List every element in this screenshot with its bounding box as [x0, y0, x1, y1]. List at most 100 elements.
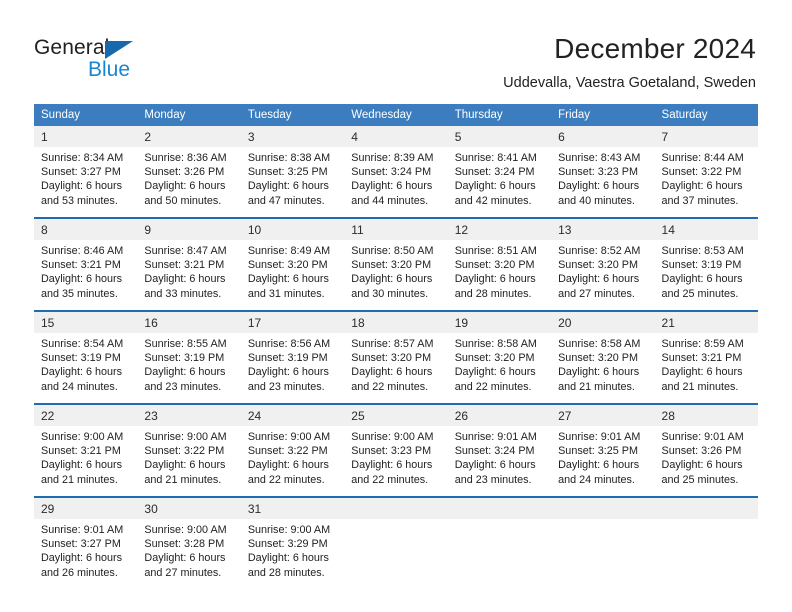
day-number[interactable]: 2 — [137, 126, 241, 147]
day-number[interactable]: 25 — [344, 405, 448, 426]
sunrise-text: Sunrise: 8:52 AM — [558, 245, 641, 257]
sunset-text: Sunset: 3:27 PM — [41, 538, 121, 551]
day-cell[interactable]: Sunrise: 9:00 AM Sunset: 3:22 PM Dayligh… — [240, 426, 345, 496]
day-cell[interactable]: Sunrise: 9:01 AM Sunset: 3:26 PM Dayligh… — [654, 426, 758, 496]
day-number[interactable]: 8 — [34, 219, 138, 240]
weekday-header-monday: Monday — [137, 104, 241, 126]
daylight-text-2: and 28 minutes. — [454, 287, 532, 300]
day-cell[interactable]: Sunrise: 8:53 AM Sunset: 3:19 PM Dayligh… — [654, 240, 758, 310]
day-number[interactable]: 27 — [551, 405, 655, 426]
day-number[interactable]: 29 — [34, 498, 138, 519]
day-number[interactable]: 15 — [34, 312, 138, 333]
day-number[interactable]: 18 — [344, 312, 448, 333]
day-cell[interactable]: Sunrise: 8:39 AM Sunset: 3:24 PM Dayligh… — [344, 147, 448, 217]
day-cell[interactable]: Sunrise: 9:00 AM Sunset: 3:22 PM Dayligh… — [137, 426, 241, 496]
day-cell[interactable]: Sunrise: 9:01 AM Sunset: 3:24 PM Dayligh… — [447, 426, 552, 496]
day-number[interactable]: 16 — [137, 312, 241, 333]
day-number[interactable]: 3 — [240, 126, 345, 147]
day-number[interactable]: 10 — [240, 219, 345, 240]
day-number[interactable]: 17 — [240, 312, 345, 333]
daylight-text-2: and 44 minutes. — [351, 194, 429, 207]
day-number[interactable]: 14 — [654, 219, 758, 240]
day-number[interactable]: 23 — [137, 405, 241, 426]
day-cell[interactable]: Sunrise: 9:00 AM Sunset: 3:23 PM Dayligh… — [344, 426, 448, 496]
day-cell[interactable]: Sunrise: 8:47 AM Sunset: 3:21 PM Dayligh… — [137, 240, 241, 310]
day-number[interactable]: 28 — [654, 405, 758, 426]
day-cell[interactable]: Sunrise: 9:00 AM Sunset: 3:28 PM Dayligh… — [137, 519, 241, 589]
day-cell[interactable]: Sunrise: 8:56 AM Sunset: 3:19 PM Dayligh… — [240, 333, 345, 403]
sunrise-text: Sunrise: 9:01 AM — [454, 431, 537, 443]
day-cell[interactable]: Sunrise: 8:38 AM Sunset: 3:25 PM Dayligh… — [240, 147, 345, 217]
daylight-text-2: and 31 minutes. — [247, 287, 325, 300]
sunrise-text: Sunrise: 9:00 AM — [247, 524, 331, 536]
weekday-header-tuesday: Tuesday — [240, 104, 345, 126]
day-cell[interactable]: Sunrise: 8:51 AM Sunset: 3:20 PM Dayligh… — [447, 240, 552, 310]
day-number[interactable]: 21 — [654, 312, 758, 333]
sunset-text: Sunset: 3:26 PM — [661, 445, 742, 458]
daylight-text-1: Daylight: 6 hours — [558, 459, 640, 472]
day-cell[interactable]: Sunrise: 8:49 AM Sunset: 3:20 PM Dayligh… — [240, 240, 345, 310]
sunset-text: Sunset: 3:21 PM — [41, 259, 121, 272]
day-number[interactable]: 9 — [137, 219, 241, 240]
daylight-text-1: Daylight: 6 hours — [41, 273, 123, 286]
day-number[interactable]: 30 — [137, 498, 241, 519]
day-cell[interactable]: Sunrise: 8:55 AM Sunset: 3:19 PM Dayligh… — [137, 333, 241, 403]
day-number[interactable]: 7 — [654, 126, 758, 147]
day-cell[interactable]: Sunrise: 8:57 AM Sunset: 3:20 PM Dayligh… — [344, 333, 448, 403]
daylight-text-2: and 42 minutes. — [454, 194, 532, 207]
day-number[interactable]: 12 — [447, 219, 552, 240]
daylight-text-2: and 23 minutes. — [454, 473, 532, 486]
sunrise-text: Sunrise: 9:00 AM — [144, 431, 227, 443]
daylight-text-2: and 23 minutes. — [144, 380, 222, 393]
day-cell[interactable]: Sunrise: 8:59 AM Sunset: 3:21 PM Dayligh… — [654, 333, 758, 403]
day-cell[interactable]: Sunrise: 8:58 AM Sunset: 3:20 PM Dayligh… — [551, 333, 655, 403]
day-number[interactable]: 1 — [34, 126, 138, 147]
day-number[interactable]: 11 — [344, 219, 448, 240]
day-number[interactable]: 26 — [447, 405, 552, 426]
weekday-header-sunday: Sunday — [34, 104, 138, 126]
day-number-empty — [447, 498, 552, 519]
day-number[interactable]: 20 — [551, 312, 655, 333]
day-cell[interactable]: Sunrise: 9:00 AM Sunset: 3:29 PM Dayligh… — [240, 519, 345, 589]
day-cell[interactable]: Sunrise: 8:36 AM Sunset: 3:26 PM Dayligh… — [137, 147, 241, 217]
day-number[interactable]: 5 — [447, 126, 552, 147]
sunrise-text: Sunrise: 9:00 AM — [144, 524, 227, 536]
day-cell[interactable]: Sunrise: 8:50 AM Sunset: 3:20 PM Dayligh… — [344, 240, 448, 310]
sunrise-text: Sunrise: 9:00 AM — [351, 431, 434, 443]
sunrise-text: Sunrise: 9:00 AM — [247, 431, 331, 443]
sunrise-text: Sunrise: 9:01 AM — [661, 431, 744, 443]
day-number[interactable]: 24 — [240, 405, 345, 426]
sunset-text: Sunset: 3:26 PM — [144, 166, 225, 179]
week-1-info-row: Sunrise: 8:34 AM Sunset: 3:27 PM Dayligh… — [34, 147, 758, 217]
sunrise-text: Sunrise: 8:46 AM — [41, 245, 124, 257]
day-number[interactable]: 22 — [34, 405, 138, 426]
day-cell[interactable]: Sunrise: 9:01 AM Sunset: 3:25 PM Dayligh… — [551, 426, 655, 496]
day-number[interactable]: 4 — [344, 126, 448, 147]
day-number[interactable]: 13 — [551, 219, 655, 240]
daylight-text-2: and 47 minutes. — [247, 194, 325, 207]
daylight-text-1: Daylight: 6 hours — [454, 273, 536, 286]
daylight-text-2: and 25 minutes. — [661, 287, 739, 300]
day-cell[interactable]: Sunrise: 8:46 AM Sunset: 3:21 PM Dayligh… — [34, 240, 138, 310]
logo-text-blue: Blue — [88, 58, 131, 81]
day-cell[interactable]: Sunrise: 8:44 AM Sunset: 3:22 PM Dayligh… — [654, 147, 758, 217]
day-number[interactable]: 6 — [551, 126, 655, 147]
day-cell[interactable]: Sunrise: 9:00 AM Sunset: 3:21 PM Dayligh… — [34, 426, 138, 496]
day-number[interactable]: 19 — [447, 312, 552, 333]
day-cell[interactable]: Sunrise: 8:52 AM Sunset: 3:20 PM Dayligh… — [551, 240, 655, 310]
day-cell[interactable]: Sunrise: 8:54 AM Sunset: 3:19 PM Dayligh… — [34, 333, 138, 403]
week-5-info-row: Sunrise: 9:01 AM Sunset: 3:27 PM Dayligh… — [34, 519, 758, 589]
daylight-text-1: Daylight: 6 hours — [351, 366, 433, 379]
general-blue-logo[interactable]: General Blue — [34, 36, 254, 88]
day-cell[interactable]: Sunrise: 8:43 AM Sunset: 3:23 PM Dayligh… — [551, 147, 655, 217]
sunset-text: Sunset: 3:19 PM — [41, 352, 121, 365]
day-cell[interactable]: Sunrise: 9:01 AM Sunset: 3:27 PM Dayligh… — [34, 519, 138, 589]
daylight-text-1: Daylight: 6 hours — [351, 273, 433, 286]
day-number[interactable]: 31 — [240, 498, 345, 519]
day-cell[interactable]: Sunrise: 8:34 AM Sunset: 3:27 PM Dayligh… — [34, 147, 138, 217]
week-3-info-row: Sunrise: 8:54 AM Sunset: 3:19 PM Dayligh… — [34, 333, 758, 403]
sunrise-text: Sunrise: 8:59 AM — [661, 338, 744, 350]
week-5-daynum-row: 29 30 31 — [34, 498, 758, 519]
day-cell[interactable]: Sunrise: 8:58 AM Sunset: 3:20 PM Dayligh… — [447, 333, 552, 403]
day-cell[interactable]: Sunrise: 8:41 AM Sunset: 3:24 PM Dayligh… — [447, 147, 552, 217]
